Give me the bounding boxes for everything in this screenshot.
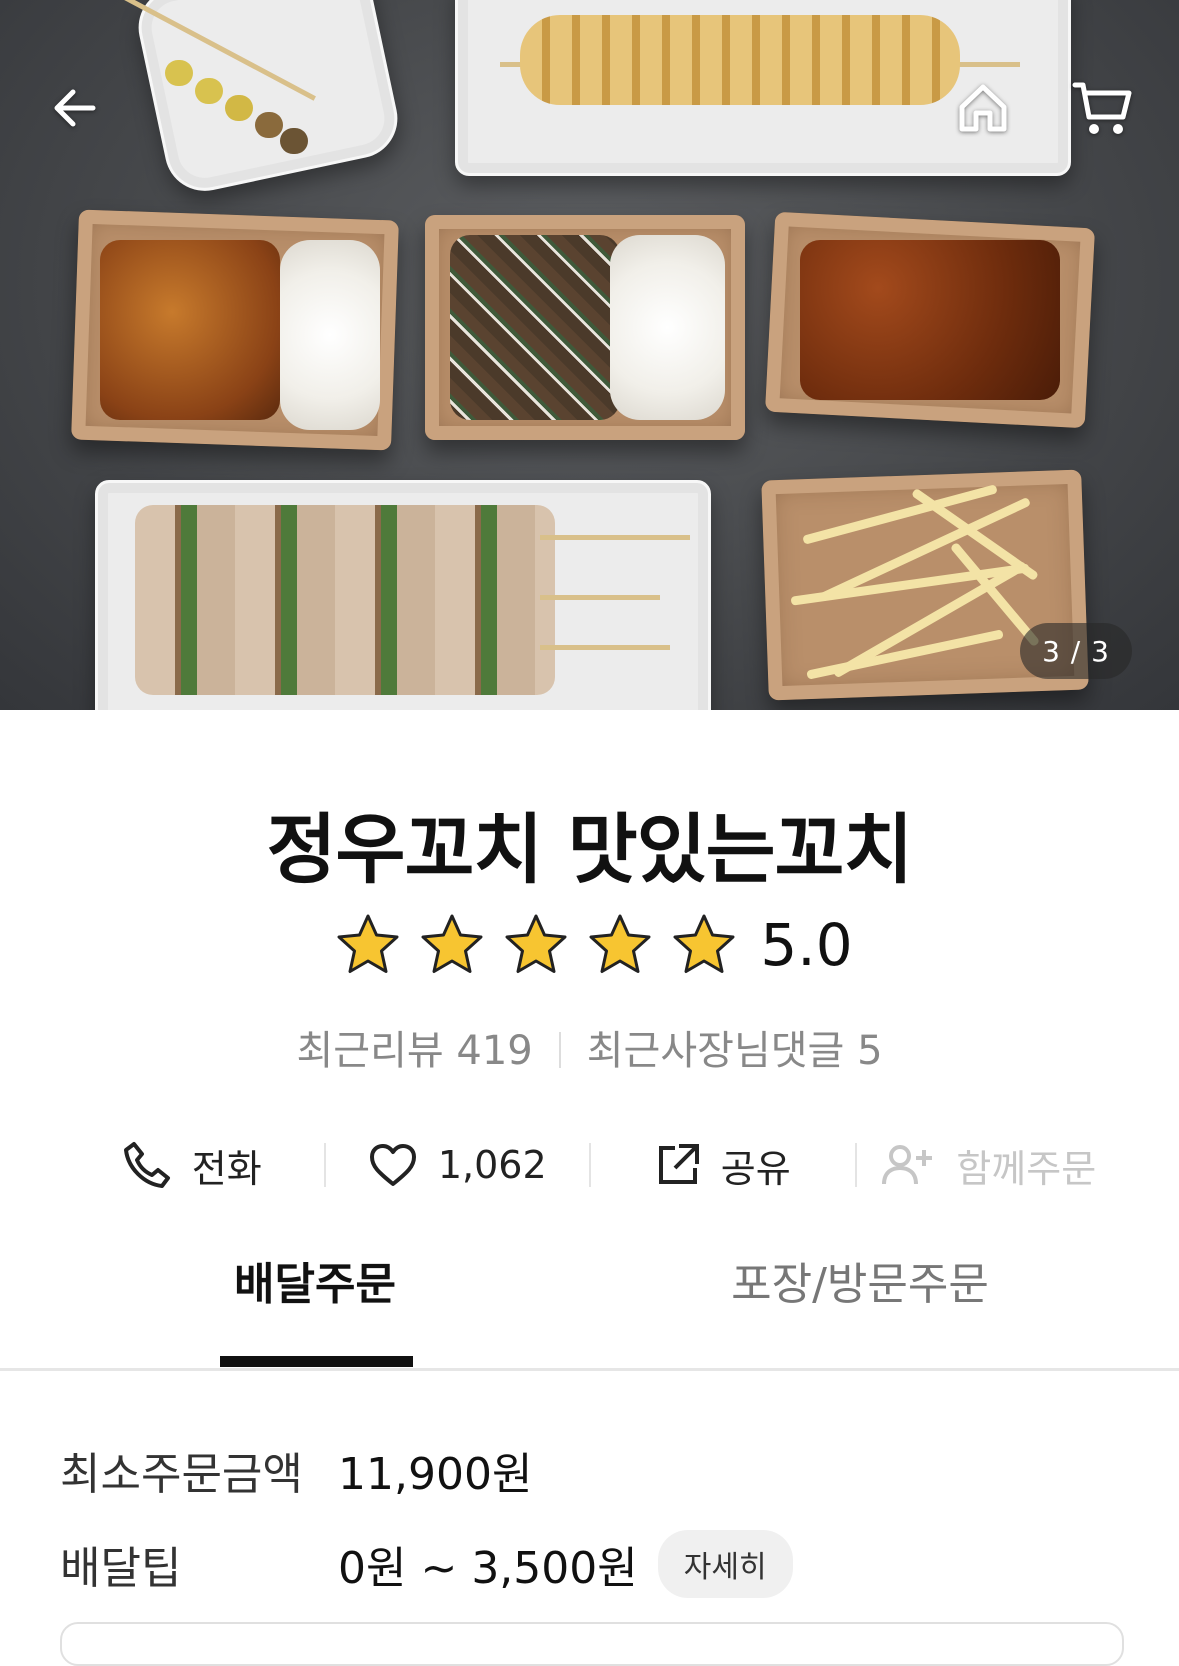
min-order-label: 최소주문금액: [60, 1449, 303, 1500]
photo-mayo-chicken: [450, 235, 620, 420]
cart-icon: [1072, 82, 1132, 134]
back-button[interactable]: [40, 73, 110, 143]
delivery-tip-value: 0원 ~ 3,500원: [338, 1543, 638, 1594]
like-button[interactable]: 1,062: [326, 1142, 590, 1188]
photo-bowl-skewer: [131, 0, 405, 199]
photo-page-indicator: 3 / 3: [1020, 623, 1132, 679]
photo-quail-egg: [195, 78, 223, 104]
owner-replies-link[interactable]: 최근사장님댓글 5: [587, 1028, 883, 1074]
active-tab-indicator: [220, 1356, 413, 1367]
cart-button[interactable]: [1067, 73, 1137, 143]
photo-quail-egg: [255, 112, 283, 138]
store-photo-carousel[interactable]: 3 / 3: [0, 0, 1179, 710]
photo-quail-egg: [280, 128, 308, 154]
back-arrow-icon: [54, 89, 96, 127]
photo-skewer-stick: [540, 645, 670, 650]
info-card: [60, 1622, 1124, 1666]
delivery-tip-label: 배달팁: [60, 1543, 182, 1594]
phone-icon: [123, 1142, 170, 1188]
star-icon: [673, 914, 735, 973]
min-order-row: 최소주문금액 11,900원: [60, 1438, 532, 1502]
add-person-icon: [882, 1145, 933, 1185]
photo-tornado-potato: [520, 15, 960, 105]
photo-chicken-wings: [800, 240, 1060, 400]
photo-quail-egg: [165, 60, 193, 86]
divider: [558, 1032, 561, 1068]
photo-yakitori: [135, 505, 555, 695]
group-order-button[interactable]: 함께주문: [857, 1138, 1121, 1193]
min-order-value: 11,900원: [338, 1449, 533, 1500]
call-button[interactable]: 전화: [60, 1138, 324, 1193]
order-type-tabs: 배달주문 포장/방문주문: [0, 1248, 1179, 1371]
rating-row: 5.0: [0, 905, 1179, 985]
share-button[interactable]: 공유: [591, 1138, 855, 1193]
call-label: 전화: [191, 1146, 262, 1191]
delivery-tip-detail-button[interactable]: 자세히: [657, 1530, 793, 1598]
recent-reviews-link[interactable]: 최근리뷰 419: [296, 1028, 532, 1074]
tab-delivery-order[interactable]: 배달주문: [160, 1248, 470, 1368]
store-name: 정우꼬치 맛있는꼬치: [266, 805, 914, 894]
home-button[interactable]: [948, 73, 1018, 143]
like-count: 1,062: [437, 1143, 547, 1187]
store-actions: 전화 1,062 공유 함께주문: [60, 1130, 1120, 1200]
rating-value: 5.0: [760, 911, 853, 979]
group-order-label: 함께주문: [956, 1146, 1097, 1191]
star-icon: [505, 914, 567, 973]
share-label: 공유: [720, 1146, 791, 1191]
photo-rice: [280, 240, 380, 430]
star-icon: [589, 914, 651, 973]
photo-quail-egg: [225, 95, 253, 121]
tab-delivery-label: 배달주문: [234, 1259, 396, 1310]
tab-pickup-label: 포장/방문주문: [731, 1259, 989, 1310]
heart-icon: [369, 1144, 416, 1186]
share-icon: [658, 1144, 699, 1184]
delivery-tip-row: 배달팁 0원 ~ 3,500원 자세히: [60, 1530, 793, 1598]
tab-pickup-order[interactable]: 포장/방문주문: [690, 1248, 1030, 1368]
star-icon: [421, 914, 483, 973]
photo-spicy-chicken: [100, 240, 280, 420]
photo-rice: [610, 235, 725, 420]
home-icon: [959, 84, 1007, 132]
star-icon: [337, 914, 399, 973]
review-summary: 최근리뷰 419 최근사장님댓글 5: [0, 1018, 1179, 1076]
photo-skewer-stick: [540, 595, 660, 600]
photo-skewer-stick: [540, 535, 690, 540]
